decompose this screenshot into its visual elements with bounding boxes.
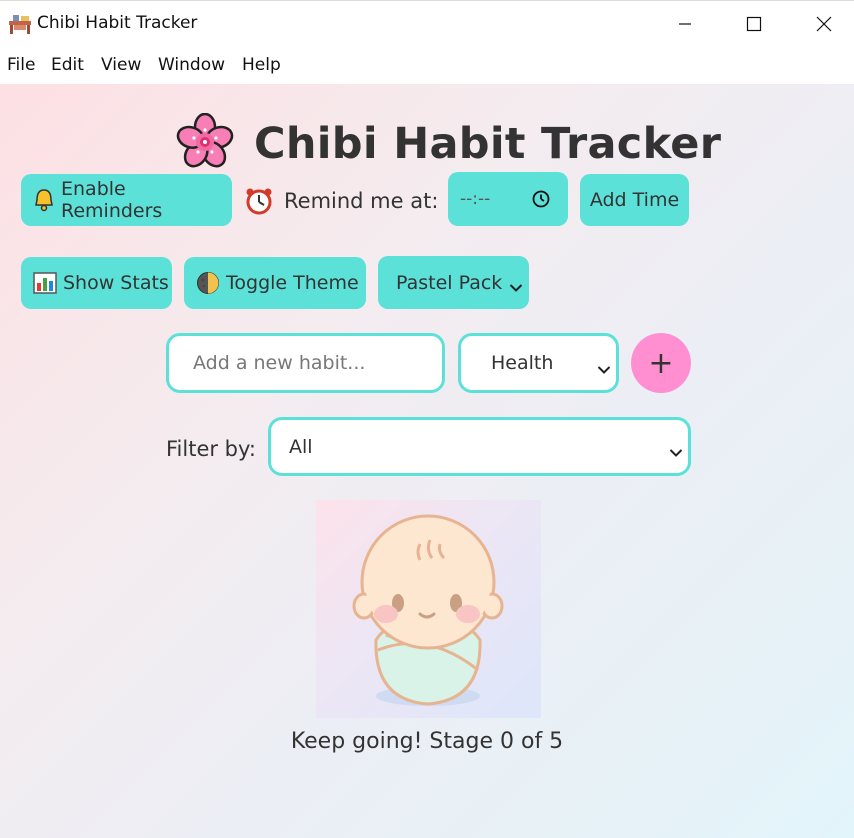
category-value: Health (491, 352, 554, 374)
baby-character-image (352, 514, 504, 706)
filter-value: All (289, 435, 313, 458)
add-time-label: Add Time (589, 189, 680, 211)
menu-help[interactable]: Help (242, 55, 281, 75)
window-title: Chibi Habit Tracker (37, 13, 198, 33)
page-title: Chibi Habit Tracker (176, 112, 722, 175)
add-time-button[interactable]: Add Time (580, 174, 689, 226)
clock-icon[interactable] (532, 190, 550, 208)
category-select[interactable]: Health (458, 333, 619, 393)
close-icon (816, 16, 832, 32)
add-habit-button[interactable]: + (631, 333, 691, 393)
remind-label-text: Remind me at: (284, 189, 439, 213)
chevron-down-icon (509, 276, 523, 298)
moon-icon (196, 271, 220, 295)
bell-icon (33, 188, 55, 212)
chevron-down-icon (597, 358, 611, 380)
chevron-down-icon (669, 441, 683, 463)
habit-input-placeholder: Add a new habit... (193, 352, 366, 374)
show-stats-label: Show Stats (63, 272, 169, 294)
chibi-avatar (316, 500, 541, 718)
cherry-blossom-icon (176, 112, 234, 175)
page-title-text: Chibi Habit Tracker (254, 119, 722, 169)
menu-file[interactable]: File (7, 55, 35, 75)
menu-edit[interactable]: Edit (51, 55, 84, 75)
enable-reminders-button[interactable]: Enable Reminders (21, 174, 232, 226)
toggle-theme-button[interactable]: Toggle Theme (184, 257, 366, 309)
alarm-clock-icon (244, 187, 274, 215)
habit-input[interactable]: Add a new habit... (166, 333, 445, 393)
desk-icon (8, 13, 32, 35)
title-bar: Chibi Habit Tracker (0, 0, 854, 46)
reminder-time-value: --:-- (460, 189, 491, 209)
minimize-button[interactable] (662, 7, 708, 41)
theme-pack-value: Pastel Pack (396, 271, 503, 294)
minimize-icon (679, 23, 691, 25)
bar-chart-icon (33, 272, 57, 294)
filter-select[interactable]: All (268, 417, 691, 476)
plus-icon: + (648, 345, 674, 381)
close-button[interactable] (801, 7, 847, 41)
app-content: Chibi Habit Tracker Enable Reminders Rem… (0, 84, 854, 838)
menu-view[interactable]: View (101, 55, 141, 75)
filter-label: Filter by: (166, 437, 256, 461)
menu-window[interactable]: Window (158, 55, 225, 75)
maximize-button[interactable] (731, 7, 777, 41)
menu-bar: File Edit View Window Help (0, 46, 854, 84)
theme-pack-select[interactable]: Pastel Pack (378, 256, 529, 309)
maximize-icon (746, 16, 762, 32)
reminder-time-input[interactable]: --:-- (448, 172, 568, 226)
show-stats-button[interactable]: Show Stats (21, 257, 172, 309)
toggle-theme-label: Toggle Theme (226, 272, 359, 294)
enable-reminders-label: Enable Reminders (61, 178, 163, 222)
progress-status: Keep going! Stage 0 of 5 (290, 729, 564, 754)
remind-label: Remind me at: (244, 186, 438, 216)
